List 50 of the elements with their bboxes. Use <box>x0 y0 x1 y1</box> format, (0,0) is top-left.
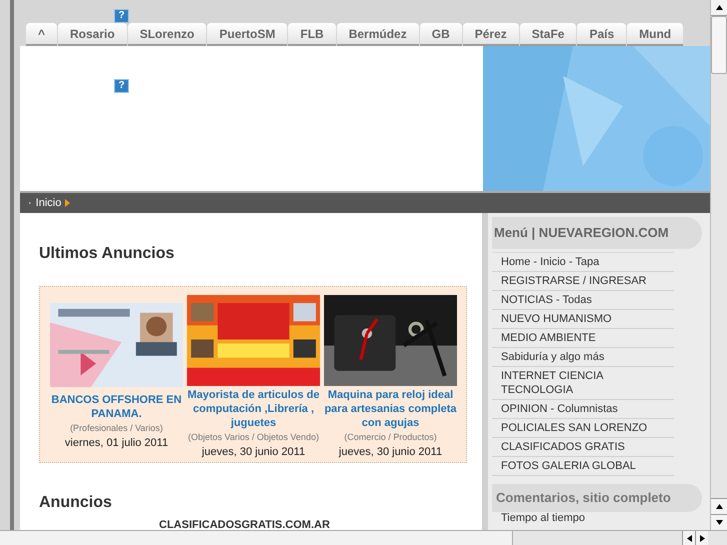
menu-header: Menú | NUEVAREGION.COM <box>492 217 702 249</box>
bullet-text: · <box>28 196 32 211</box>
menu-item[interactable]: NUEVO HUMANISMO <box>492 310 674 329</box>
help-icon[interactable]: ? <box>114 9 129 23</box>
menu-item[interactable]: Home - Inicio - Tapa <box>492 253 674 272</box>
menu-item[interactable]: FOTOS GALERIA GLOBAL <box>492 457 674 476</box>
nav-tab[interactable]: FLB <box>288 23 336 46</box>
menu-item[interactable]: OPINION - Columnistas <box>492 400 674 419</box>
nav-tab[interactable]: Bermúdez <box>336 23 419 46</box>
section-title: Ultimos Anuncios <box>39 244 176 264</box>
up-arrow-icon[interactable] <box>716 5 722 10</box>
right-arrow-icon[interactable] <box>700 534 704 542</box>
menu-item[interactable]: NOTICIAS - Todas <box>492 291 674 310</box>
comment-link[interactable]: Tiempo al tiempo <box>492 512 702 525</box>
nav-tab[interactable]: Pérez <box>462 23 519 46</box>
nav-tab[interactable]: Rosario <box>58 23 127 46</box>
vertical-scrollbar[interactable] <box>710 0 727 530</box>
menu-item[interactable]: Sabiduría y algo más <box>492 348 674 367</box>
nav-tab[interactable]: GB <box>420 23 462 46</box>
comments-header: Comentarios, sitio completo <box>492 484 702 512</box>
ad-category: (Comercio / Productos) <box>344 431 437 444</box>
menu-item[interactable]: CLASIFICADOS GRATIS <box>492 438 674 457</box>
help-icon[interactable]: ? <box>114 79 129 93</box>
section-title: Anuncios <box>39 493 113 513</box>
left-arrow-icon[interactable] <box>686 534 692 542</box>
ad-title-link[interactable]: BANCOS OFFSHORE EN PANAMA. <box>50 393 183 421</box>
nav-tab[interactable]: ^ <box>26 23 58 46</box>
ad-date: jueves, 30 junio 2011 <box>202 445 306 459</box>
ad-category: (Objetos Varios / Objetos Vendo) <box>188 431 319 444</box>
site-subtitle: CLASIFICADOSGRATIS.COM.AR <box>159 518 331 530</box>
menu-item[interactable]: POLICIALES SAN LORENZO <box>492 419 674 438</box>
nav-tab[interactable]: Mund <box>627 23 684 46</box>
menu-item[interactable]: REGISTRARSE / INGRESAR <box>492 272 674 291</box>
up-arrow-icon[interactable] <box>716 504 722 509</box>
nav-tab[interactable]: País <box>577 23 626 46</box>
menu-item[interactable]: INTERNET CIENCIA TECNOLOGIA <box>492 367 674 400</box>
ad-date: jueves, 30 junio 2011 <box>338 445 442 459</box>
horizontal-scrollbar[interactable] <box>0 530 727 545</box>
ad-date: viernes, 01 julio 2011 <box>64 436 168 450</box>
nav-tab[interactable]: SLorenzo <box>128 23 206 46</box>
ad-category: (Profesionales / Varios) <box>70 422 163 435</box>
scrollbar-thumb[interactable] <box>711 16 727 74</box>
menu-item[interactable]: MEDIO AMBIENTE <box>492 329 674 348</box>
nav-tab[interactable]: PuertoSM <box>207 23 288 46</box>
ad-title-link[interactable]: Maquina para reloj ideal para artesanias completa con agujas <box>324 388 457 430</box>
nav-tab[interactable]: StaFe <box>520 23 576 46</box>
ad-title-link[interactable]: Mayorista de articulos de computación ,Librería , juguetes <box>187 388 320 430</box>
home-link[interactable]: Inicio <box>36 194 62 212</box>
arrow-icon <box>65 199 70 207</box>
down-arrow-icon[interactable] <box>716 520 722 525</box>
